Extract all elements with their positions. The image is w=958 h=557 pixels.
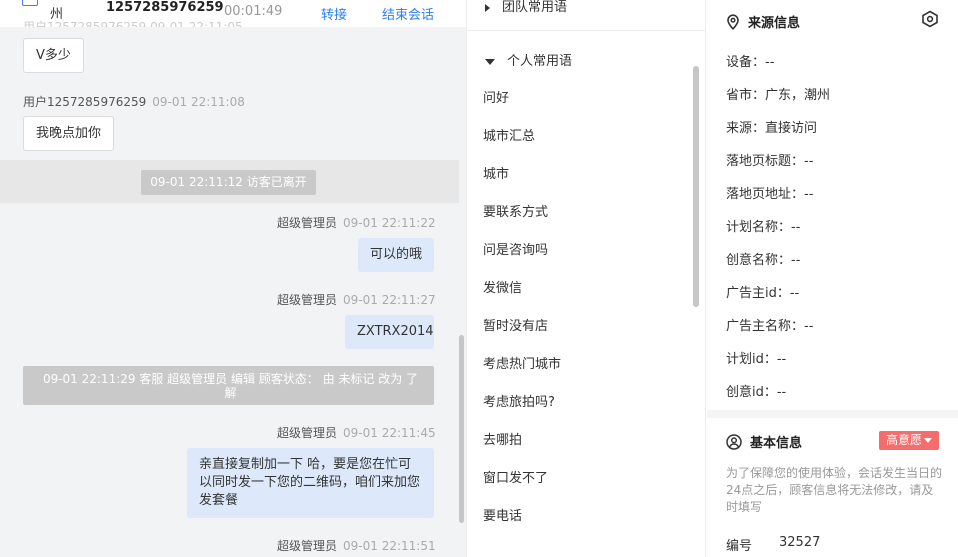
message-time: 09-01 22:11:45	[343, 426, 436, 440]
location-pin-icon	[727, 14, 739, 30]
user-circle-icon	[726, 434, 742, 450]
outgoing-message: 可以的哦	[358, 238, 434, 272]
phrase-item[interactable]: 问是咨询吗	[483, 239, 548, 258]
visitor-left-notice: 09-01 22:11:12 访客已离开	[141, 170, 316, 195]
info-advertiser-id: 广告主id：--	[726, 286, 800, 301]
basic-info-heading: 基本信息	[726, 432, 802, 451]
incoming-message: 我晚点加你	[23, 116, 115, 151]
info-advertiser-name: 广告主名称：--	[726, 319, 814, 334]
sender-name: 超级管理员	[277, 539, 338, 553]
scrolled-sender-line: 用户1257285976259 09-01 22:11:05	[23, 20, 243, 27]
divider	[467, 30, 705, 31]
phrase-item[interactable]: 窗口发不了	[483, 467, 548, 486]
computer-icon	[22, 0, 38, 6]
message-time: 09-01 22:11:51	[343, 539, 436, 553]
message-meta: 超级管理员 09-01 22:11:22	[277, 214, 436, 231]
caret-down-icon	[924, 438, 932, 443]
phrase-item[interactable]: 考虑热门城市	[483, 353, 561, 372]
phrase-item[interactable]: 暂时没有店	[483, 315, 548, 334]
message-meta: 超级管理员 09-01 22:11:51	[277, 537, 436, 554]
sender-name: 超级管理员	[277, 426, 338, 440]
info-creative-id: 创意id：--	[726, 385, 787, 400]
phrase-item[interactable]: 城市	[483, 163, 509, 182]
edit-deadline-note: 为了保障您的使用体验，会话发生当日的24点之后，顾客信息将无法修改，请及时填写	[726, 466, 943, 514]
phrase-item[interactable]: 考虑旅拍吗?	[483, 391, 555, 410]
source-info-heading: 来源信息	[726, 12, 800, 31]
caret-right-icon	[485, 3, 490, 12]
message-time: 09-01 22:11:22	[343, 216, 436, 230]
visitor-info-panel: 来源信息 设备：-- 省市：广东，潮州 来源：直接访问 落地页标题：-- 落地页…	[707, 0, 958, 557]
info-province-city: 省市：广东，潮州	[726, 88, 831, 103]
personal-phrases-group[interactable]: 个人常用语	[485, 50, 572, 69]
info-landing-title: 落地页标题：--	[726, 154, 814, 169]
customer-number-value: 32527	[779, 535, 821, 550]
section-divider	[707, 410, 958, 418]
phrases-scrollbar[interactable]	[693, 66, 699, 307]
phrase-item[interactable]: 问好	[483, 87, 509, 106]
info-creative-name: 创意名称：--	[726, 253, 801, 268]
caret-down-icon	[485, 58, 495, 65]
info-plan-id: 计划id：--	[726, 352, 787, 367]
sender-name: 用户1257285976259	[23, 95, 147, 109]
sender-name: 超级管理员	[277, 293, 338, 307]
info-source: 来源：直接访问	[726, 121, 818, 136]
phrase-item[interactable]: 要联系方式	[483, 201, 548, 220]
transfer-button[interactable]: 转接	[321, 4, 347, 23]
quick-phrases-panel: 团队常用语 个人常用语 问好 城市汇总 城市 要联系方式 问是咨询吗 发微信 暂…	[466, 0, 706, 557]
session-timer: 00:01:49	[224, 4, 283, 19]
message-meta: 超级管理员 09-01 22:11:27	[277, 291, 436, 308]
view-icon[interactable]	[920, 10, 940, 28]
message-time: 09-01 22:11:27	[343, 293, 436, 307]
intent-level-dropdown[interactable]: 高意愿	[879, 431, 939, 450]
message-meta: 用户1257285976259 09-01 22:11:08	[23, 93, 245, 110]
visitor-id: 1257285976259	[106, 0, 224, 15]
chat-panel[interactable]: 州 1257285976259 00:01:49 转接 结束会话 用户12572…	[0, 0, 466, 557]
chat-workspace: 州 1257285976259 00:01:49 转接 结束会话 用户12572…	[0, 0, 958, 557]
outgoing-message: ZXTRX2014	[345, 315, 434, 349]
info-plan-name: 计划名称：--	[726, 220, 801, 235]
status-change-notice: 09-01 22:11:29 客服 超级管理员 编辑 顾客状态： 由 未标记 改…	[23, 366, 434, 405]
end-session-button[interactable]: 结束会话	[382, 4, 434, 23]
message-time: 09-01 22:11:08	[152, 95, 245, 109]
chat-scrollbar[interactable]	[459, 335, 464, 523]
message-meta: 超级管理员 09-01 22:11:45	[277, 424, 436, 441]
phrase-item[interactable]: 城市汇总	[483, 125, 535, 144]
customer-number-label: 编号	[726, 539, 753, 554]
phrase-item[interactable]: 要电话	[483, 505, 522, 524]
info-landing-url: 落地页地址：--	[726, 187, 814, 202]
phrase-item[interactable]: 发微信	[483, 277, 522, 296]
outgoing-message: 亲直接复制加一下 哈，要是您在忙可以同时发一下您的二维码，咱们来加您发套餐	[187, 448, 434, 518]
info-device: 设备：--	[726, 55, 775, 70]
sender-name: 超级管理员	[277, 216, 338, 230]
team-phrases-group[interactable]: 团队常用语	[485, 0, 567, 15]
phrase-item[interactable]: 去哪拍	[483, 429, 522, 448]
incoming-message: V多少	[23, 38, 84, 73]
